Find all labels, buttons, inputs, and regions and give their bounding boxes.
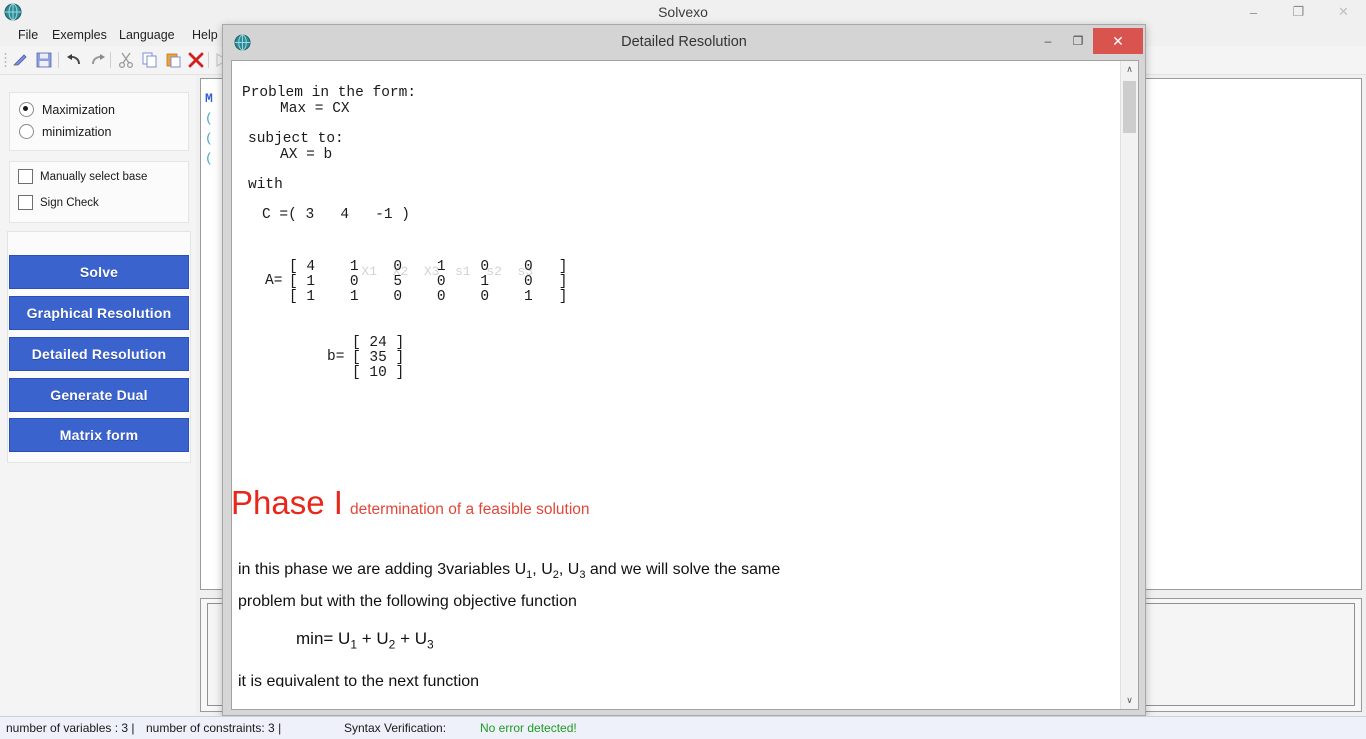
editor-line-4: ( xyxy=(205,151,213,166)
scrollbar-up-arrow[interactable]: ∧ xyxy=(1121,61,1138,78)
checkbox-manual-base[interactable]: Manually select base xyxy=(18,169,147,184)
phase-equation-sub-1: 1 xyxy=(350,637,358,652)
checkbox-manual-base-label: Manually select base xyxy=(40,170,148,183)
menu-item-exemples[interactable]: Exemples xyxy=(46,24,113,46)
dialog-window-controls: – ❐ ✕ xyxy=(1033,28,1145,54)
main-window-title: Solvexo xyxy=(658,4,708,20)
radio-minimization-indicator xyxy=(19,124,34,139)
matrix-form-button[interactable]: Matrix form xyxy=(9,418,189,452)
save-icon[interactable] xyxy=(34,50,54,70)
main-close-button[interactable]: ✕ xyxy=(1321,0,1366,24)
objective-group: Maximization minimization xyxy=(9,92,189,151)
b-row-1: [ 24 ] xyxy=(352,335,405,351)
phase-equation-part-b: + U xyxy=(357,629,389,648)
subject-to-label: subject to: xyxy=(248,131,344,147)
phase-equation-sub-3: 3 xyxy=(427,637,434,652)
phase-paragraph-1-part-b: , U xyxy=(532,561,553,578)
toolbar-separator-3 xyxy=(208,52,209,68)
main-titlebar: Solvexo – ❐ ✕ xyxy=(0,0,1366,25)
radio-maximization-label: Maximization xyxy=(42,102,115,117)
copy-icon[interactable] xyxy=(140,50,160,70)
delete-icon[interactable] xyxy=(186,50,206,70)
main-maximize-button[interactable]: ❐ xyxy=(1276,0,1321,24)
dialog-close-button[interactable]: ✕ xyxy=(1093,28,1143,54)
menu-item-language[interactable]: Language xyxy=(113,24,181,46)
c-vector: C =( 3 4 -1 ) xyxy=(262,207,410,223)
phase-title: Phase I xyxy=(231,484,343,521)
radio-maximization-indicator xyxy=(19,102,34,117)
dialog-titlebar[interactable]: Detailed Resolution – ❐ ✕ xyxy=(223,25,1145,60)
phase-equation-part-c: + U xyxy=(395,629,428,648)
toolbar-grip[interactable] xyxy=(4,52,7,68)
matrix-a-row-2: [ 1 0 5 0 1 0 ] xyxy=(289,274,568,290)
b-row-3: [ 10 ] xyxy=(352,365,405,381)
solve-button[interactable]: Solve xyxy=(9,255,189,289)
graphical-resolution-button[interactable]: Graphical Resolution xyxy=(9,296,189,330)
subject-to-equation: AX = b xyxy=(280,147,333,163)
phase-paragraph-2: problem but with the following objective… xyxy=(238,593,577,610)
problem-header: Problem in the form: xyxy=(242,85,417,101)
undo-icon[interactable] xyxy=(64,50,84,70)
status-syntax-label: Syntax Verification: xyxy=(344,721,447,735)
dialog-title: Detailed Resolution xyxy=(621,34,747,50)
dialog-maximize-button[interactable]: ❐ xyxy=(1063,28,1093,54)
matrix-a-label: A= xyxy=(265,273,283,289)
checkbox-manual-base-indicator xyxy=(18,169,33,184)
dialog-vertical-scrollbar[interactable]: ∧ ∨ xyxy=(1120,61,1138,709)
phase-paragraph-3: it is equivalent to the next function xyxy=(238,673,480,687)
phase-subtitle: determination of a feasible solution xyxy=(350,501,590,518)
problem-objective: Max = CX xyxy=(280,101,350,117)
editor-line-3: ( xyxy=(205,131,213,146)
checkbox-sign-check-label: Sign Check xyxy=(40,196,99,209)
scrollbar-thumb[interactable] xyxy=(1123,81,1136,133)
phase-equation-part-a: min= U xyxy=(296,629,351,648)
dialog-content-area: Problem in the form: Max = CX subject to… xyxy=(231,60,1139,710)
new-icon[interactable] xyxy=(10,50,30,70)
phase-paragraph-1-part-a: in this phase we are adding 3variables U xyxy=(238,561,527,578)
cut-icon[interactable] xyxy=(116,50,136,70)
toolbar-separator-2 xyxy=(110,52,111,68)
sidebar: Maximization minimization Manually selec… xyxy=(0,75,196,715)
main-window-controls: – ❐ ✕ xyxy=(1231,0,1366,24)
editor-line-1: M xyxy=(205,91,213,106)
generate-dual-button[interactable]: Generate Dual xyxy=(9,378,189,412)
statusbar: number of variables : 3 | number of cons… xyxy=(0,716,1366,739)
with-label: with xyxy=(248,177,283,193)
editor-line-2: ( xyxy=(205,111,213,126)
menu-item-file[interactable]: File xyxy=(12,24,44,46)
detailed-resolution-dialog: Detailed Resolution – ❐ ✕ Problem in the… xyxy=(222,24,1146,716)
phase-paragraph-1-part-d: and we will solve the same xyxy=(585,561,781,578)
dialog-minimize-button[interactable]: – xyxy=(1033,28,1063,54)
phase-paragraph-1: in this phase we are adding 3variables U… xyxy=(238,561,780,581)
scrollbar-down-arrow[interactable]: ∨ xyxy=(1121,692,1138,709)
radio-minimization-label: minimization xyxy=(42,124,112,139)
radio-minimization[interactable]: minimization xyxy=(19,124,111,139)
paste-icon[interactable] xyxy=(164,50,184,70)
main-minimize-button[interactable]: – xyxy=(1231,0,1276,24)
phase-paragraph-1-part-c: , U xyxy=(558,561,580,578)
checkbox-sign-check-indicator xyxy=(18,195,33,210)
detailed-resolution-button[interactable]: Detailed Resolution xyxy=(9,337,189,371)
matrix-a-row-1: [ 4 1 0 1 0 0 ] xyxy=(289,259,568,275)
b-row-2: [ 35 ] xyxy=(352,350,405,366)
app-root: Solvexo – ❐ ✕ File Exemples Language Hel… xyxy=(0,0,1366,739)
status-constraints-count: number of constraints: 3 | xyxy=(146,721,282,735)
matrix-a-row-3: [ 1 1 0 0 0 1 ] xyxy=(289,289,568,305)
toolbar-separator-1 xyxy=(58,52,59,68)
status-syntax-value: No error detected! xyxy=(480,721,577,735)
radio-maximization[interactable]: Maximization xyxy=(19,102,115,117)
status-variables-count: number of variables : 3 | xyxy=(6,721,135,735)
checkbox-sign-check[interactable]: Sign Check xyxy=(18,195,99,210)
options-group: Manually select base Sign Check xyxy=(9,161,189,223)
redo-icon[interactable] xyxy=(88,50,108,70)
menu-item-help[interactable]: Help xyxy=(186,24,224,46)
phase-equation-min: min= U1 + U2 + U3 xyxy=(296,629,434,651)
b-label: b= xyxy=(327,349,345,365)
